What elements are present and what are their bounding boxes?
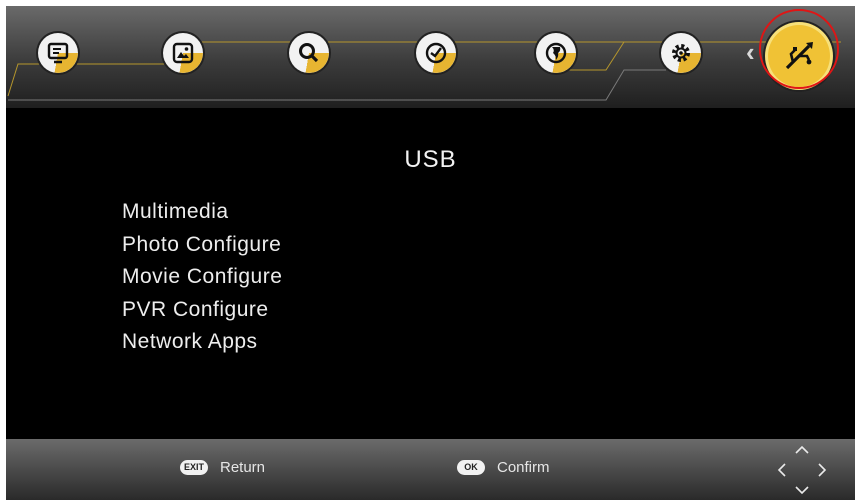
menu-search[interactable] <box>289 33 329 73</box>
menu-settings[interactable] <box>661 33 701 73</box>
search-icon <box>299 43 319 63</box>
page-title: USB <box>404 146 457 173</box>
menu-item-movie-configure[interactable]: Movie Configure <box>122 261 282 294</box>
menu-picture[interactable] <box>163 33 203 73</box>
confirm-label: Confirm <box>497 459 550 476</box>
dpad-arrows-icon <box>777 445 827 495</box>
exit-key-icon: EXIT <box>180 460 208 475</box>
return-hint[interactable]: EXIT Return <box>180 459 265 476</box>
menu-tv[interactable] <box>38 33 78 73</box>
menu-item-pvr-configure[interactable]: PVR Configure <box>122 294 282 327</box>
menu-item-multimedia[interactable]: Multimedia <box>122 196 282 229</box>
confirm-hint[interactable]: OK Confirm <box>457 459 550 476</box>
tv-icon <box>47 42 69 64</box>
picture-icon <box>172 42 194 64</box>
clock-icon <box>425 42 447 64</box>
menu-time[interactable] <box>416 33 456 73</box>
gear-icon <box>672 44 690 62</box>
osd-screen: ‹ USB Multimedia Photo Configure Movie C… <box>6 6 855 500</box>
return-label: Return <box>220 459 266 476</box>
usb-icon <box>785 42 813 70</box>
globe-icon <box>545 42 567 64</box>
ok-key-icon: OK <box>457 460 485 475</box>
menu-prev-chevron: ‹ <box>746 37 755 67</box>
top-menu-bar: ‹ <box>6 6 855 108</box>
menu-item-photo-configure[interactable]: Photo Configure <box>122 229 282 262</box>
usb-menu-list: Multimedia Photo Configure Movie Configu… <box>122 196 282 359</box>
bottom-hint-bar: EXIT Return OK Confirm <box>6 439 855 500</box>
menu-network[interactable] <box>536 33 576 73</box>
menu-item-network-apps[interactable]: Network Apps <box>122 326 282 359</box>
